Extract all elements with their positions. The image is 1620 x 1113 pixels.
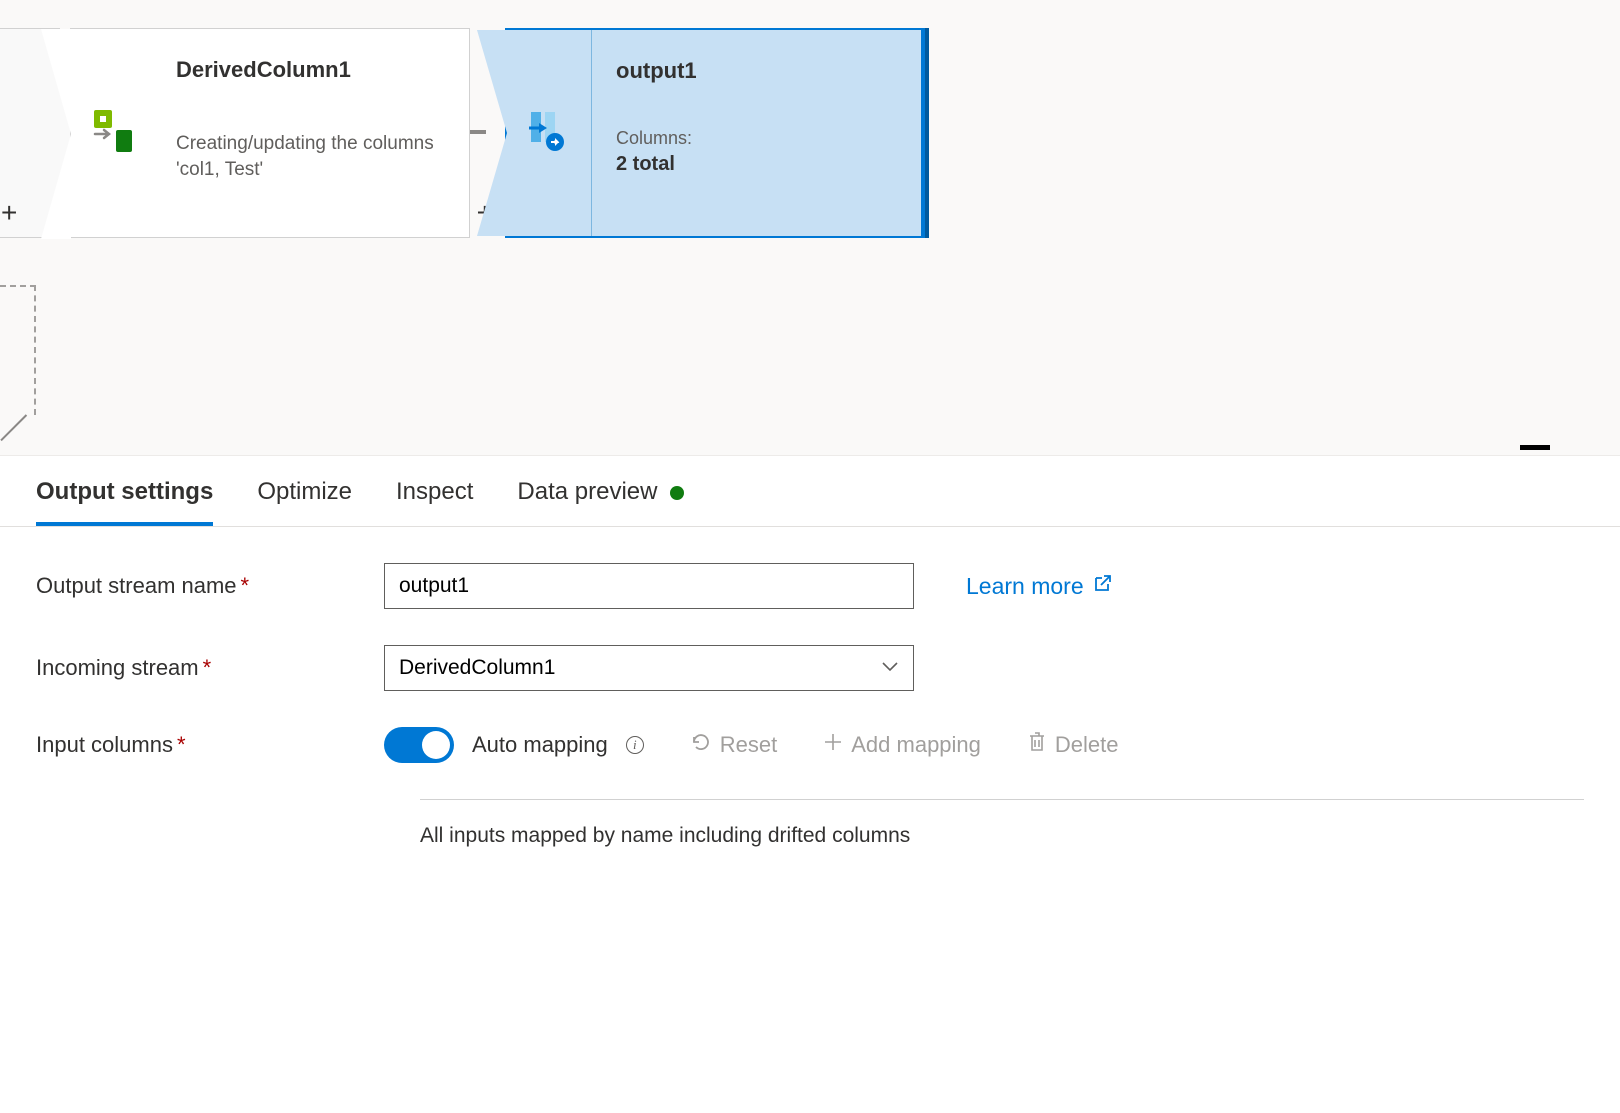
tab-inspect[interactable]: Inspect [396, 478, 473, 526]
reset-button[interactable]: Reset [690, 731, 777, 759]
tab-output-settings[interactable]: Output settings [36, 478, 213, 526]
derived-column-node[interactable]: DerivedColumn1 Creating/updating the col… [70, 28, 470, 238]
delete-button[interactable]: Delete [1027, 731, 1119, 759]
placeholder-node [0, 285, 36, 415]
output-node-selected[interactable]: output1 Columns: 2 total [505, 28, 925, 238]
add-step-button[interactable]: + [1, 197, 17, 229]
sink-output-icon [527, 108, 571, 159]
trash-icon [1027, 731, 1047, 759]
output-settings-form: Output stream name* Learn more Incoming … [0, 527, 1620, 848]
input-columns-label: Input columns* [36, 732, 384, 758]
reset-icon [690, 731, 712, 759]
node-title: DerivedColumn1 [176, 57, 449, 83]
output-stream-name-label: Output stream name* [36, 573, 384, 599]
incoming-stream-label: Incoming stream* [36, 655, 384, 681]
columns-count: 2 total [616, 153, 899, 176]
tab-label: Data preview [517, 478, 657, 505]
node-title: output1 [616, 58, 899, 84]
panel-resize-handle[interactable] [0, 455, 1620, 456]
status-indicator-dot [670, 486, 684, 500]
auto-mapping-toggle[interactable] [384, 727, 454, 763]
external-link-icon [1092, 573, 1112, 600]
info-icon[interactable]: i [626, 736, 644, 754]
tab-optimize[interactable]: Optimize [257, 478, 352, 526]
auto-mapping-label: Auto mapping [472, 732, 608, 758]
output-stream-name-input[interactable] [384, 563, 914, 609]
columns-label: Columns: [616, 128, 899, 149]
incoming-stream-value[interactable] [384, 645, 914, 691]
add-mapping-button[interactable]: Add mapping [823, 732, 981, 758]
plus-icon [823, 732, 843, 758]
tab-data-preview[interactable]: Data preview [517, 478, 684, 526]
canvas-area: + DerivedColumn1 Creating/updating the c… [0, 0, 1620, 455]
mapping-note: All inputs mapped by name including drif… [420, 799, 1584, 848]
incoming-stream-select[interactable] [384, 645, 914, 691]
learn-more-link[interactable]: Learn more [966, 573, 1112, 600]
settings-tab-bar: Output settings Optimize Inspect Data pr… [0, 456, 1620, 527]
derived-column-icon [92, 108, 136, 159]
node-description: Creating/updating the columns 'col1, Tes… [176, 131, 449, 182]
selection-handle[interactable] [921, 28, 929, 238]
